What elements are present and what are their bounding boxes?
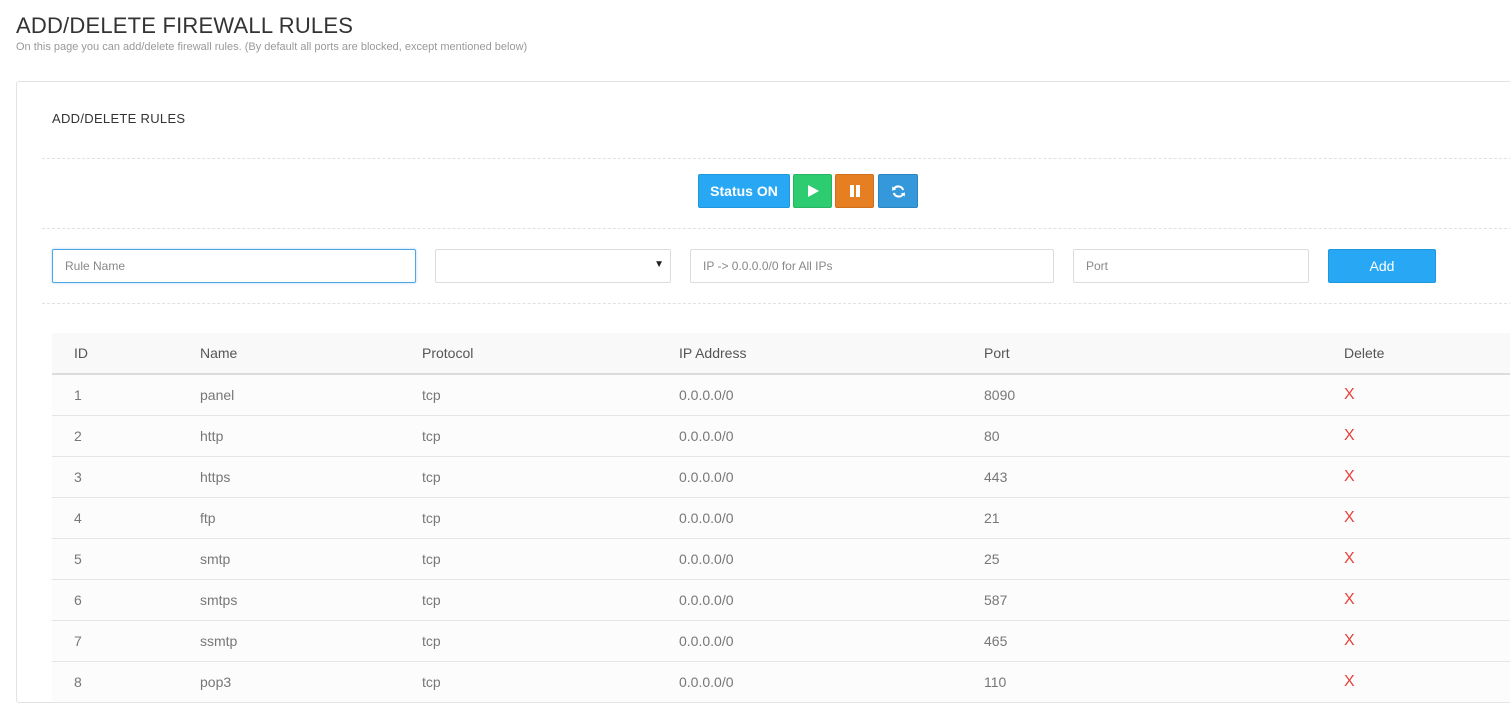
table-row: 1 panel tcp 0.0.0.0/0 8090 X: [52, 374, 1510, 416]
play-icon: [807, 185, 819, 197]
cell-delete: X: [1344, 579, 1510, 621]
cell-name: ftp: [200, 497, 422, 539]
pause-button[interactable]: [835, 174, 874, 208]
divider: [42, 158, 1510, 159]
cell-ip-address: 0.0.0.0/0: [679, 415, 984, 457]
table-row: 5 smtp tcp 0.0.0.0/0 25 X: [52, 538, 1510, 580]
cell-id: 4: [52, 497, 200, 539]
cell-delete: X: [1344, 538, 1510, 580]
caret-down-icon: ▼: [654, 259, 664, 270]
delete-rule-icon[interactable]: X: [1344, 591, 1355, 609]
divider: [42, 228, 1510, 229]
cell-ip-address: 0.0.0.0/0: [679, 661, 984, 703]
cell-ip-address: 0.0.0.0/0: [679, 620, 984, 662]
cell-protocol: tcp: [422, 579, 679, 621]
port-input[interactable]: [1073, 249, 1309, 283]
cell-id: 2: [52, 415, 200, 457]
cell-protocol: tcp: [422, 538, 679, 580]
cell-protocol: tcp: [422, 620, 679, 662]
table-row: 3 https tcp 0.0.0.0/0 443 X: [52, 456, 1510, 498]
cell-delete: X: [1344, 497, 1510, 539]
cell-name: panel: [200, 374, 422, 416]
cell-port: 21: [984, 497, 1344, 539]
cell-protocol: tcp: [422, 415, 679, 457]
cell-port: 8090: [984, 374, 1344, 416]
cell-delete: X: [1344, 661, 1510, 703]
cell-name: smtp: [200, 538, 422, 580]
cell-port: 465: [984, 620, 1344, 662]
start-button[interactable]: [793, 174, 832, 208]
cell-delete: X: [1344, 456, 1510, 498]
table-row: 8 pop3 tcp 0.0.0.0/0 110 X: [52, 661, 1510, 703]
cell-name: pop3: [200, 661, 422, 703]
cell-name: https: [200, 456, 422, 498]
page-title: ADD/DELETE FIREWALL RULES: [16, 13, 354, 38]
cell-protocol: tcp: [422, 497, 679, 539]
delete-rule-icon[interactable]: X: [1344, 550, 1355, 568]
delete-rule-icon[interactable]: X: [1344, 673, 1355, 691]
cell-ip-address: 0.0.0.0/0: [679, 579, 984, 621]
table-row: 6 smtps tcp 0.0.0.0/0 587 X: [52, 579, 1510, 621]
protocol-select[interactable]: ▼: [435, 249, 671, 283]
cell-name: http: [200, 415, 422, 457]
cell-port: 443: [984, 456, 1344, 498]
column-header-name: Name: [200, 333, 422, 375]
column-header-id: ID: [52, 333, 200, 375]
cell-delete: X: [1344, 620, 1510, 662]
page-subtitle: On this page you can add/delete firewall…: [16, 41, 528, 53]
column-header-protocol: Protocol: [422, 333, 679, 375]
delete-rule-icon[interactable]: X: [1344, 632, 1355, 650]
cell-ip-address: 0.0.0.0/0: [679, 497, 984, 539]
pause-icon: [849, 185, 860, 197]
cell-protocol: tcp: [422, 456, 679, 498]
cell-delete: X: [1344, 374, 1510, 416]
cell-name: smtps: [200, 579, 422, 621]
page-header: ADD/DELETE FIREWALL RULES On this page y…: [16, 12, 527, 54]
rule-name-input[interactable]: [52, 249, 416, 283]
cell-name: ssmtp: [200, 620, 422, 662]
cell-protocol: tcp: [422, 661, 679, 703]
table-row: 4 ftp tcp 0.0.0.0/0 21 X: [52, 497, 1510, 539]
add-rule-button[interactable]: Add: [1328, 249, 1436, 283]
table-header-row: ID Name Protocol IP Address Port Delete: [52, 333, 1510, 375]
cell-port: 110: [984, 661, 1344, 703]
cell-port: 80: [984, 415, 1344, 457]
table-row: 2 http tcp 0.0.0.0/0 80 X: [52, 415, 1510, 457]
refresh-button[interactable]: [878, 174, 918, 208]
divider: [42, 303, 1510, 304]
cell-ip-address: 0.0.0.0/0: [679, 538, 984, 580]
delete-rule-icon[interactable]: X: [1344, 468, 1355, 486]
column-header-port: Port: [984, 333, 1344, 375]
cell-protocol: tcp: [422, 374, 679, 416]
column-header-ip-address: IP Address: [679, 333, 984, 375]
cell-id: 7: [52, 620, 200, 662]
ip-address-input[interactable]: [690, 249, 1054, 283]
table-row: 7 ssmtp tcp 0.0.0.0/0 465 X: [52, 620, 1510, 662]
cell-delete: X: [1344, 415, 1510, 457]
cell-port: 25: [984, 538, 1344, 580]
delete-rule-icon[interactable]: X: [1344, 427, 1355, 445]
cell-ip-address: 0.0.0.0/0: [679, 374, 984, 416]
column-header-delete: Delete: [1344, 333, 1510, 375]
delete-rule-icon[interactable]: X: [1344, 386, 1355, 404]
panel-title: ADD/DELETE RULES: [52, 111, 186, 126]
cell-id: 8: [52, 661, 200, 703]
status-button[interactable]: Status ON: [698, 174, 790, 208]
cell-port: 587: [984, 579, 1344, 621]
cell-id: 6: [52, 579, 200, 621]
refresh-icon: [891, 184, 905, 198]
cell-ip-address: 0.0.0.0/0: [679, 456, 984, 498]
cell-id: 3: [52, 456, 200, 498]
rules-table-body: 1 panel tcp 0.0.0.0/0 8090 X 2 http tcp 0.0.0.0/0…: [52, 374, 1510, 703]
rules-table: ID Name Protocol IP Address Port Delete …: [52, 333, 1510, 703]
cell-id: 5: [52, 538, 200, 580]
cell-id: 1: [52, 374, 200, 416]
delete-rule-icon[interactable]: X: [1344, 509, 1355, 527]
